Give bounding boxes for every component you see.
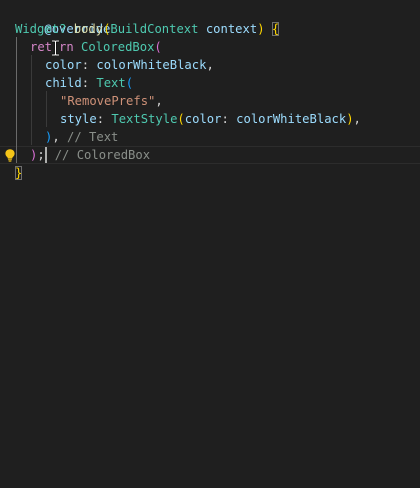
return-keyword-prefix: ret [30,40,53,54]
code-line-text-close[interactable]: ), // Text [45,128,118,146]
code-line-string[interactable]: "RemovePrefs", [60,92,163,110]
code-line-style[interactable]: style: TextStyle(color: colorWhiteBlack)… [60,110,361,128]
class-token: TextStyle [111,112,178,126]
named-arg-value: colorWhiteBlack [236,112,347,126]
code-line-annotation[interactable]: @override [15,2,110,36]
named-arg-key: style [60,112,97,126]
named-arg-value: colorWhiteBlack [96,58,207,72]
lightbulb-icon[interactable] [3,148,17,162]
named-arg-key: child [45,76,82,90]
closing-label-comment: // ColoredBox [54,148,151,162]
code-line-child[interactable]: child: Text( [45,74,133,92]
text-caret [45,147,47,163]
named-arg-key: color [184,112,222,126]
code-editor[interactable]: @override Widget? body(BuildContext cont… [0,0,420,488]
return-type-token: Widget? [15,22,67,36]
named-arg-key: color [45,58,82,72]
param-name-token: context [205,22,258,36]
class-token: Text [96,76,126,90]
indent-guide [46,91,47,127]
code-line-box-close[interactable]: );// ColoredBox [30,146,150,164]
indent-guide [31,55,32,145]
code-line-color[interactable]: color: colorWhiteBlack, [45,56,214,74]
open-brace: { [271,22,280,36]
code-line-brace-close[interactable]: } [15,164,23,182]
close-brace: } [15,166,23,180]
string-literal: "RemovePrefs" [60,94,156,108]
code-line-signature[interactable]: Widget? body(BuildContext context) { [15,20,280,38]
code-line-return[interactable]: ret rn ColoredBox( [30,38,162,56]
closing-label-comment: // Text [67,130,119,144]
return-keyword-suffix: rn [59,40,74,54]
param-type-token: BuildContext [110,22,199,36]
method-name-token: body [73,22,104,36]
text-cursor-ibeam-icon [52,40,59,56]
class-token: ColoredBox [81,40,155,54]
